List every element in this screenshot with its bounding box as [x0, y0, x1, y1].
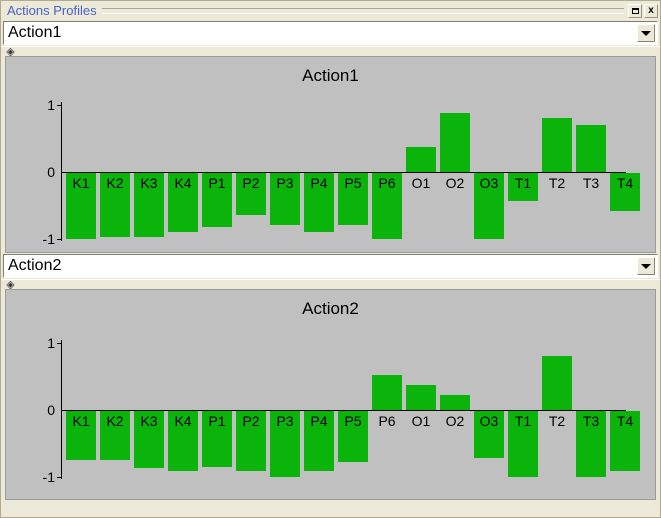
x-tick-label-k4: K4: [174, 175, 192, 191]
x-tick-label-o1: O1: [411, 175, 431, 191]
x-tick-label-t4: T4: [616, 175, 634, 191]
y-tick-label: -1: [42, 231, 55, 247]
x-tick-label-p1: P1: [208, 175, 226, 191]
x-tick-label-k4: K4: [174, 413, 192, 429]
bar-o2: [440, 394, 470, 410]
x-tick-label-k3: K3: [140, 413, 158, 429]
action-profile-select-2[interactable]: Action2: [3, 254, 658, 278]
chevron-down-glyph: [641, 263, 651, 269]
titlebar-groove: [101, 8, 624, 14]
maximize-icon: [631, 7, 639, 14]
x-tick-label-t3: T3: [582, 413, 600, 429]
x-tick-label-t2: T2: [548, 175, 566, 191]
combo-row-2: Action2: [1, 253, 660, 279]
bar-t3: [576, 125, 606, 172]
x-tick-label-o1: O1: [411, 413, 431, 429]
x-tick-label-p4: P4: [310, 175, 328, 191]
x-tick-label-t2: T2: [548, 413, 566, 429]
y-tick-label: 0: [47, 402, 55, 418]
panel-splitter-1[interactable]: ◈: [1, 46, 660, 57]
x-tick-label-o3: O3: [479, 175, 499, 191]
x-tick-label-p3: P3: [276, 175, 294, 191]
action2-chart: Action2 1 0 -1 K1 K2 K3 K4 P1 P2 P3 P4 P5 P6 O1 O2 O3 T1…: [5, 289, 656, 500]
action-profile-select-1[interactable]: Action1: [3, 21, 658, 45]
maximize-button[interactable]: [628, 3, 642, 18]
bar-o1: [406, 147, 436, 172]
panel-splitter-2[interactable]: ◈: [1, 279, 660, 290]
action2-plot-area: 1 0 -1 K1 K2 K3 K4 P1 P2 P3 P4 P5 P6 O1 O2 O3 T1 T2 T3 T4: [6, 290, 655, 499]
y-tick-label: 1: [47, 97, 55, 113]
close-button[interactable]: x: [644, 3, 658, 18]
x-tick-label-o2: O2: [445, 175, 465, 191]
titlebar-buttons: x: [628, 3, 658, 18]
x-tick-label-p5: P5: [344, 175, 362, 191]
x-tick-label-p1: P1: [208, 413, 226, 429]
y-tick-mark: [57, 477, 62, 478]
action-profile-select-2-value: Action2: [8, 258, 62, 274]
x-tick-label-p3: P3: [276, 413, 294, 429]
x-tick-label-p2: P2: [242, 413, 260, 429]
action-profile-select-1-value: Action1: [8, 25, 62, 41]
x-tick-label-k1: K1: [72, 413, 90, 429]
y-tick-mark: [57, 105, 62, 106]
x-tick-label-p6: P6: [378, 175, 396, 191]
y-tick-label: 1: [47, 335, 55, 351]
close-icon: x: [648, 4, 654, 16]
x-tick-label-p2: P2: [242, 175, 260, 191]
profile-panel-1: Action1 ◈ Action1 1 0 -1 K1 K2 K3 K4 P1 P2 P3 P4 P5…: [1, 20, 660, 253]
chevron-down-icon[interactable]: [637, 257, 655, 275]
bar-o1: [406, 385, 436, 410]
x-tick-label-p6: P6: [378, 413, 396, 429]
action1-chart: Action1 1 0 -1 K1 K2 K3 K4 P1 P2 P3 P4 P5 P6 O1 O2 O3 T1…: [5, 56, 656, 253]
bar-p6: [372, 375, 402, 410]
window-titlebar: Actions Profiles x: [1, 1, 660, 20]
bar-t2: [542, 118, 572, 172]
x-tick-label-t4: T4: [616, 413, 634, 429]
x-tick-label-k1: K1: [72, 175, 90, 191]
action1-plot-area: 1 0 -1 K1 K2 K3 K4 P1 P2 P3 P4 P5 P6 O1 O2 O3 T1 T2 T3 T4: [6, 57, 655, 252]
x-tick-label-t1: T1: [514, 175, 532, 191]
x-tick-label-t1: T1: [514, 413, 532, 429]
chevron-down-glyph: [641, 30, 651, 36]
y-tick-label: 0: [47, 164, 55, 180]
actions-profiles-window: Actions Profiles x Action1 ◈ Action1 1 0…: [0, 0, 661, 518]
x-tick-label-o3: O3: [479, 413, 499, 429]
x-tick-label-k2: K2: [106, 413, 124, 429]
x-tick-label-t3: T3: [582, 175, 600, 191]
x-tick-label-k2: K2: [106, 175, 124, 191]
profile-panel-2: Action2 ◈ Action2 1 0 -1 K1 K2 K3 K4 P1 P2 P3 P4 P5…: [1, 253, 660, 500]
y-tick-label: -1: [42, 469, 55, 485]
bar-o2: [440, 113, 470, 172]
combo-row-1: Action1: [1, 20, 660, 46]
bar-t2: [542, 356, 572, 410]
y-tick-mark: [57, 239, 62, 240]
x-tick-label-p4: P4: [310, 413, 328, 429]
chevron-down-icon[interactable]: [637, 24, 655, 42]
x-tick-label-o2: O2: [445, 413, 465, 429]
x-tick-label-k3: K3: [140, 175, 158, 191]
x-tick-label-p5: P5: [344, 413, 362, 429]
y-tick-mark: [57, 343, 62, 344]
window-title: Actions Profiles: [7, 3, 97, 18]
